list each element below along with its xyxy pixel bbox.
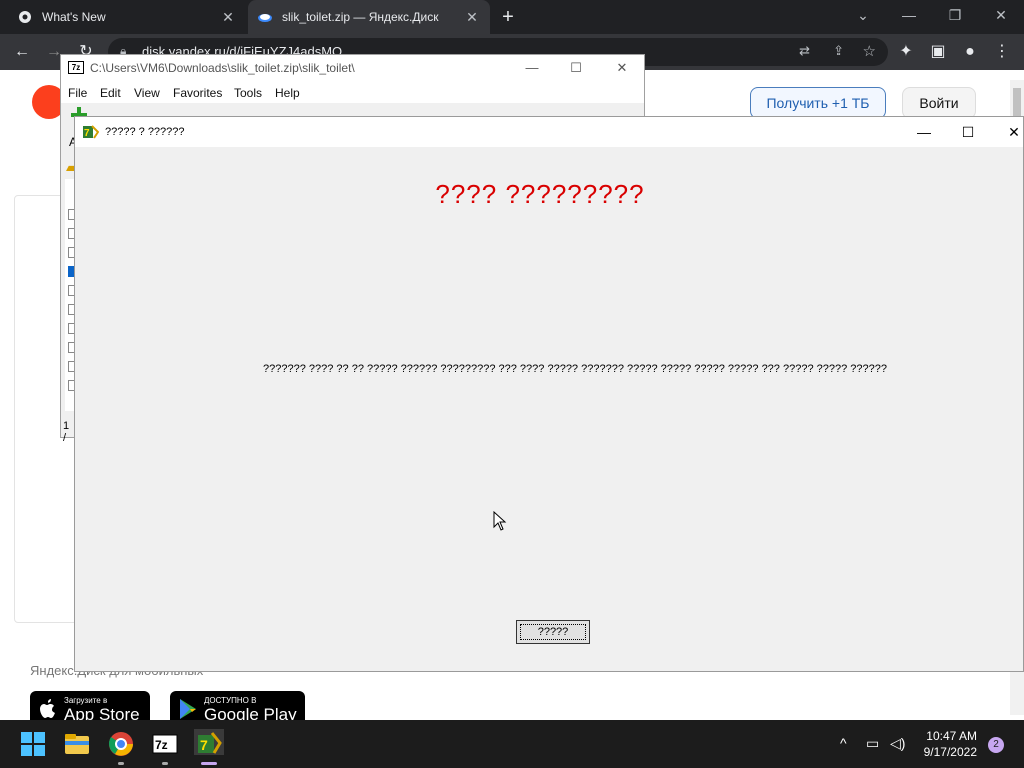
- 7zip-running-indicator: [162, 762, 168, 765]
- maximize-button[interactable]: ☐: [945, 117, 991, 147]
- minimize-button[interactable]: —: [517, 59, 547, 77]
- tab-search-icon[interactable]: ⌄: [840, 0, 886, 30]
- clock-date: 9/17/2022: [923, 745, 977, 759]
- dialog-window: 7 ????? ? ?????? — ☐ ✕ ???? ????????? ??…: [74, 116, 1024, 672]
- yandex-disk-icon: [258, 14, 272, 22]
- menu-edit[interactable]: Edit: [100, 86, 121, 100]
- 7zip-sfx-icon: 7: [83, 125, 99, 139]
- menu-kebab-icon[interactable]: ⋮: [992, 42, 1012, 62]
- network-icon[interactable]: ▭: [866, 735, 879, 752]
- file-manager-titlebar[interactable]: 7z C:\Users\VM6\Downloads\slik_toilet.zi…: [61, 55, 644, 81]
- translate-icon[interactable]: ⇄: [799, 43, 810, 59]
- chrome-icon: [19, 11, 31, 23]
- file-manager-menubar: File Edit View Favorites Tools Help: [61, 81, 644, 103]
- file-manager-status: 1 /: [63, 420, 70, 444]
- share-icon[interactable]: ⇪: [833, 43, 844, 59]
- close-tab-icon[interactable]: ✕: [220, 9, 236, 25]
- back-arrow-icon[interactable]: ←: [12, 42, 32, 62]
- clock-time: 10:47 AM: [926, 729, 977, 743]
- svg-text:7z: 7z: [155, 738, 168, 752]
- close-button[interactable]: ✕: [991, 117, 1024, 147]
- new-tab-button[interactable]: +: [498, 7, 518, 27]
- dialog-titlebar[interactable]: 7 ????? ? ?????? — ☐ ✕: [75, 117, 1023, 147]
- show-hidden-icons-icon[interactable]: ^: [840, 735, 847, 751]
- side-panel-icon[interactable]: ▣: [928, 42, 948, 62]
- menu-favorites[interactable]: Favorites: [173, 86, 222, 100]
- apple-icon: [40, 699, 55, 718]
- close-window-button[interactable]: ✕: [978, 0, 1024, 30]
- dialog-message: ??????? ???? ?? ?? ????? ?????? ????????…: [263, 363, 887, 375]
- chrome-taskbar-icon[interactable]: [106, 729, 136, 759]
- active-app-indicator: [201, 762, 217, 765]
- profile-avatar-icon[interactable]: ●: [960, 42, 980, 62]
- tab-title: slik_toilet.zip — Яндекс.Диск: [282, 10, 439, 24]
- notification-badge[interactable]: 2: [988, 737, 1004, 753]
- 7zip-taskbar-icon[interactable]: 7z: [150, 729, 180, 759]
- svg-text:7: 7: [84, 128, 90, 139]
- 7zip-icon: 7z: [68, 61, 84, 74]
- login-button[interactable]: Войти: [902, 87, 976, 119]
- close-button[interactable]: ✕: [607, 59, 637, 77]
- minimize-button[interactable]: —: [901, 117, 947, 147]
- close-tab-icon[interactable]: ✕: [464, 9, 480, 25]
- app-store-small: Загрузите в: [64, 696, 108, 705]
- svg-text:7: 7: [200, 737, 208, 753]
- menu-tools[interactable]: Tools: [234, 86, 262, 100]
- taskbar: 7z 7 ^ ▭ ◁) 10:47 AM 9/17/2022 2: [0, 720, 1024, 768]
- extensions-icon[interactable]: ✦: [896, 42, 916, 62]
- dialog-heading: ???? ?????????: [435, 179, 645, 209]
- menu-file[interactable]: File: [68, 86, 87, 100]
- maximize-button[interactable]: ☐: [561, 59, 591, 77]
- chrome-running-indicator: [118, 762, 124, 765]
- tab-yandex-disk[interactable]: slik_toilet.zip — Яндекс.Диск ✕: [248, 0, 490, 34]
- 7zip-sfx-taskbar-icon[interactable]: 7: [194, 729, 224, 759]
- get-storage-button[interactable]: Получить +1 ТБ: [750, 87, 886, 119]
- restore-button[interactable]: ❐: [932, 0, 978, 30]
- menu-help[interactable]: Help: [275, 86, 300, 100]
- file-explorer-icon[interactable]: [62, 729, 92, 759]
- menu-view[interactable]: View: [134, 86, 160, 100]
- google-play-small: ДОСТУПНО В: [204, 696, 257, 705]
- file-manager-path: C:\Users\VM6\Downloads\slik_toilet.zip\s…: [90, 61, 355, 75]
- mouse-cursor-icon: [493, 511, 507, 531]
- system-clock[interactable]: 10:47 AM 9/17/2022: [924, 728, 977, 760]
- tab-whats-new[interactable]: What's New ✕: [8, 0, 246, 34]
- volume-icon[interactable]: ◁): [890, 735, 905, 752]
- browser-tabstrip: What's New ✕ slik_toilet.zip — Яндекс.Ди…: [0, 0, 1024, 34]
- dialog-title: ????? ? ??????: [105, 126, 185, 138]
- dialog-ok-button[interactable]: ?????: [516, 620, 590, 644]
- windows-start-icon[interactable]: [18, 729, 48, 759]
- tab-title: What's New: [42, 10, 106, 24]
- focus-ring: [520, 624, 586, 640]
- google-play-icon: [180, 699, 196, 719]
- minimize-button[interactable]: —: [886, 0, 932, 30]
- bookmark-star-icon[interactable]: ☆: [863, 42, 876, 60]
